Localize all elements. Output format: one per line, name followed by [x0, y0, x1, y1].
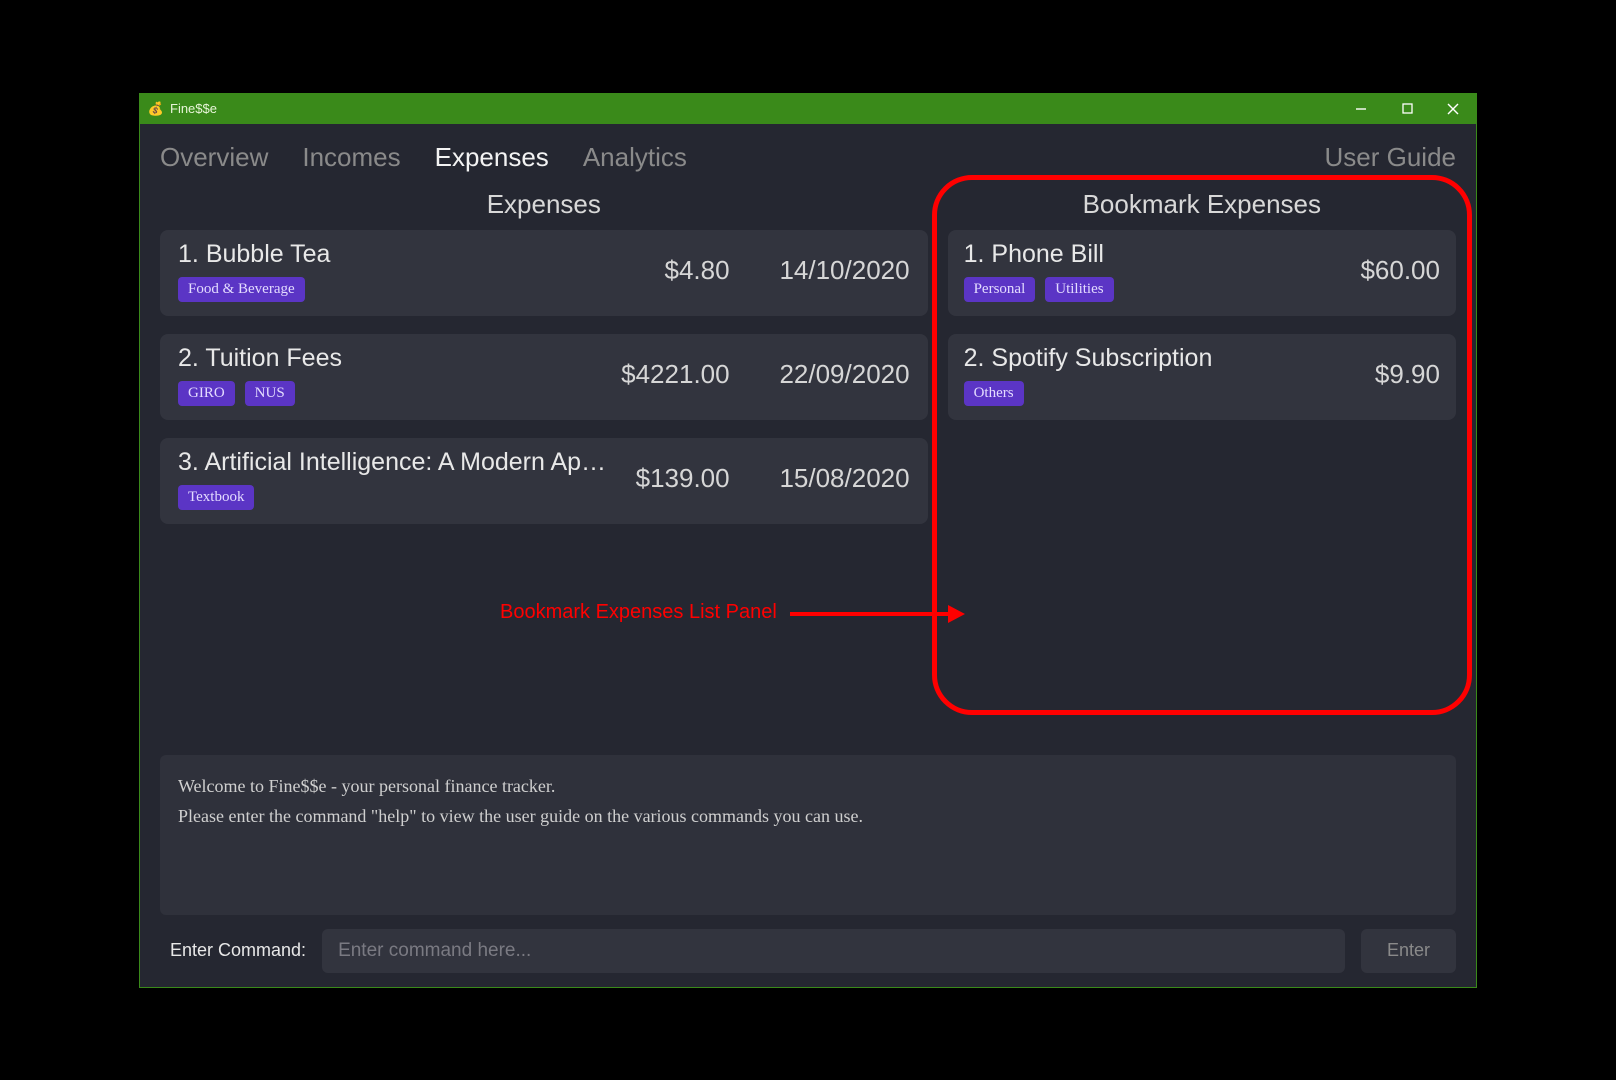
bookmark-row[interactable]: 1. Phone Bill Personal Utilities $60.00 — [948, 230, 1456, 316]
bookmark-info: 2. Spotify Subscription Others — [964, 344, 1330, 406]
bookmark-tags: Personal Utilities — [964, 277, 1330, 302]
tag: GIRO — [178, 381, 235, 406]
expense-tags: Food & Beverage — [178, 277, 610, 302]
bookmark-row[interactable]: 2. Spotify Subscription Others $9.90 — [948, 334, 1456, 420]
expense-amount: $139.00 — [610, 463, 750, 494]
window-title: Fine$$e — [170, 101, 217, 116]
minimize-icon — [1355, 103, 1367, 115]
tag: NUS — [245, 381, 295, 406]
tag: Personal — [964, 277, 1036, 302]
panels: Expenses 1. Bubble Tea Food & Beverage $… — [160, 183, 1456, 747]
expense-row[interactable]: 3. Artificial Intelligence: A Modern App… — [160, 438, 928, 524]
expense-info: 2. Tuition Fees GIRO NUS — [178, 344, 610, 406]
window-controls — [1338, 94, 1476, 124]
expense-amount: $4.80 — [610, 255, 750, 286]
bookmark-index: 1. — [964, 240, 985, 268]
app-content: Overview Incomes Expenses Analytics User… — [140, 124, 1476, 987]
tab-incomes[interactable]: Incomes — [302, 142, 400, 173]
bookmark-panel-title: Bookmark Expenses — [948, 183, 1456, 230]
bookmark-index: 2. — [964, 344, 985, 372]
annotation-label: Bookmark Expenses List Panel — [500, 601, 777, 624]
command-input[interactable] — [322, 929, 1345, 973]
tab-analytics[interactable]: Analytics — [583, 142, 687, 173]
app-window: 💰 Fine$$e Overview Incomes Expenses Anal… — [139, 93, 1477, 988]
bookmark-panel: Bookmark Expenses 1. Phone Bill Personal… — [938, 183, 1456, 747]
bookmark-amount: $9.90 — [1330, 359, 1440, 390]
tag: Textbook — [178, 485, 254, 510]
bookmark-title: 2. Spotify Subscription — [964, 344, 1330, 373]
bookmark-name: Spotify Subscription — [991, 344, 1212, 372]
expense-date: 14/10/2020 — [750, 255, 910, 286]
minimize-button[interactable] — [1338, 94, 1384, 124]
expense-date: 22/09/2020 — [750, 359, 910, 390]
expense-title: 2. Tuition Fees — [178, 344, 610, 373]
bookmark-title: 1. Phone Bill — [964, 240, 1330, 269]
close-icon — [1447, 103, 1459, 115]
maximize-icon — [1402, 103, 1413, 114]
tab-bar: Overview Incomes Expenses Analytics User… — [160, 124, 1456, 183]
expense-info: 3. Artificial Intelligence: A Modern App… — [178, 448, 610, 510]
tag: Others — [964, 381, 1024, 406]
tag: Food & Beverage — [178, 277, 305, 302]
bookmark-name: Phone Bill — [991, 240, 1104, 268]
expense-tags: GIRO NUS — [178, 381, 610, 406]
bookmark-tags: Others — [964, 381, 1330, 406]
console-line: Welcome to Fine$$e - your personal finan… — [178, 771, 1438, 802]
expense-amount: $4221.00 — [610, 359, 750, 390]
app-icon: 💰 — [148, 101, 164, 117]
expense-name: Tuition Fees — [205, 344, 342, 372]
expense-name: Bubble Tea — [206, 240, 331, 268]
title-bar: 💰 Fine$$e — [140, 94, 1476, 124]
expense-info: 1. Bubble Tea Food & Beverage — [178, 240, 610, 302]
expense-index: 3. — [178, 448, 199, 476]
expense-index: 2. — [178, 344, 199, 372]
expenses-panel: Expenses 1. Bubble Tea Food & Beverage $… — [160, 183, 938, 747]
message-console: Welcome to Fine$$e - your personal finan… — [160, 755, 1456, 915]
bookmark-amount: $60.00 — [1330, 255, 1440, 286]
expense-tags: Textbook — [178, 485, 610, 510]
command-label: Enter Command: — [160, 940, 306, 961]
expenses-panel-title: Expenses — [160, 183, 928, 230]
expense-row[interactable]: 2. Tuition Fees GIRO NUS $4221.00 22/09/… — [160, 334, 928, 420]
expense-row[interactable]: 1. Bubble Tea Food & Beverage $4.80 14/1… — [160, 230, 928, 316]
expense-date: 15/08/2020 — [750, 463, 910, 494]
close-button[interactable] — [1430, 94, 1476, 124]
expense-title: 3. Artificial Intelligence: A Modern App… — [178, 448, 610, 477]
expense-index: 1. — [178, 240, 199, 268]
tab-expenses[interactable]: Expenses — [435, 142, 549, 173]
expense-title: 1. Bubble Tea — [178, 240, 610, 269]
command-row: Enter Command: Enter — [160, 929, 1456, 973]
tab-overview[interactable]: Overview — [160, 142, 268, 173]
bookmark-info: 1. Phone Bill Personal Utilities — [964, 240, 1330, 302]
enter-button[interactable]: Enter — [1361, 929, 1456, 973]
expense-name: Artificial Intelligence: A Modern App... — [204, 448, 609, 476]
user-guide-link[interactable]: User Guide — [1325, 142, 1457, 173]
maximize-button[interactable] — [1384, 94, 1430, 124]
console-line: Please enter the command "help" to view … — [178, 801, 1438, 832]
tag: Utilities — [1045, 277, 1113, 302]
